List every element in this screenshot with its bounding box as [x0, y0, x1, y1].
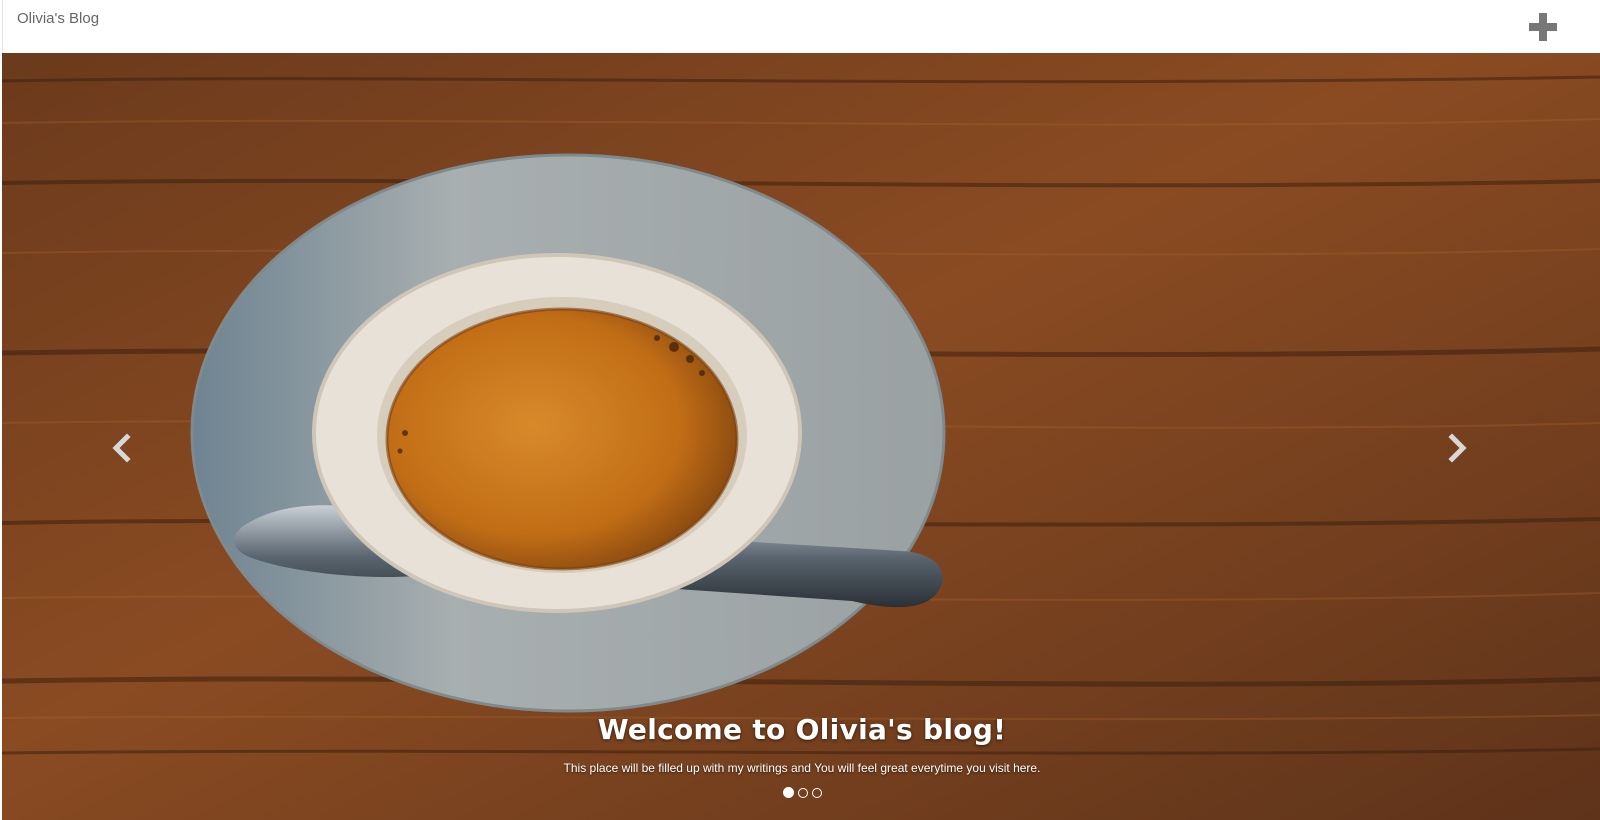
indicator-dot[interactable] — [782, 787, 794, 798]
plus-icon — [1529, 13, 1557, 41]
carousel-indicators — [2, 787, 1600, 798]
hero-carousel: Welcome to Olivia's blog! This place wil… — [2, 53, 1600, 820]
chevron-left-icon — [112, 433, 131, 463]
slide-caption: This place will be filled up with my wri… — [563, 761, 1041, 775]
chevron-right-icon — [1448, 433, 1467, 463]
slide-title: Welcome to Olivia's blog! — [597, 713, 1007, 746]
page: Olivia's Blog Welcome to Olivia's blog! … — [0, 0, 1600, 820]
add-button[interactable] — [1529, 13, 1557, 41]
indicator-dot[interactable] — [797, 788, 808, 798]
navbar: Olivia's Blog — [2, 0, 1600, 53]
carousel-prev-button[interactable] — [97, 423, 147, 473]
slide-image — [2, 53, 1600, 820]
carousel-next-button[interactable] — [1432, 423, 1482, 473]
indicator-dot[interactable] — [811, 788, 822, 798]
brand-link[interactable]: Olivia's Blog — [17, 10, 99, 27]
